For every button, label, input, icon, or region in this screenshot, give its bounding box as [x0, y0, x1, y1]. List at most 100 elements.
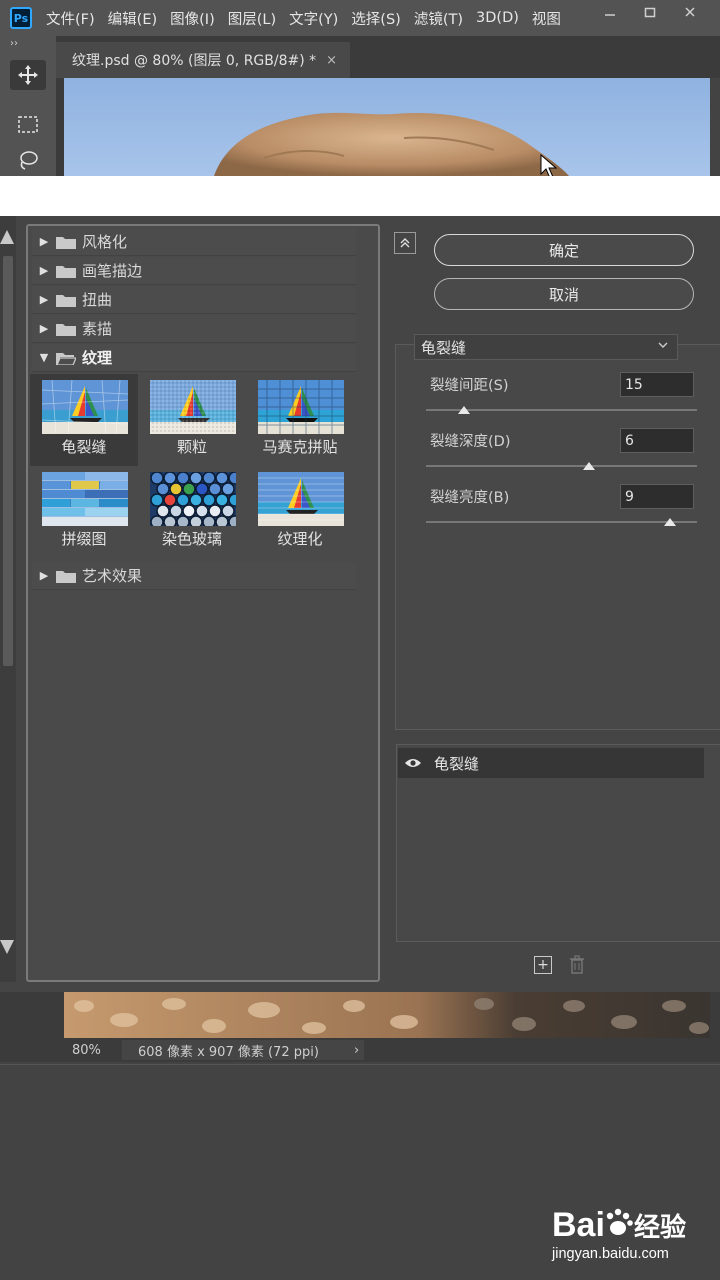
filter-name: 染色玻璃 [161, 530, 222, 548]
scroll-up-arrow-icon[interactable] [0, 230, 14, 244]
filter-thumb-patchwork[interactable]: 拼缀图 [30, 466, 138, 558]
crack-spacing-input[interactable]: 15 [620, 372, 694, 397]
eye-icon[interactable] [398, 757, 428, 769]
menu-filter[interactable]: 滤镜(T) [414, 8, 463, 29]
filter-name: 拼缀图 [61, 530, 107, 548]
thumbnail-image [258, 472, 344, 526]
filter-thumb-texturizer[interactable]: 纹理化 [246, 466, 354, 558]
category-label: 艺术效果 [82, 567, 143, 585]
document-tab-bar: 纹理.psd @ 80% (图层 0, RGB/8#) * × [56, 36, 720, 78]
thumbnail-image [150, 472, 236, 526]
crack-depth-slider-track[interactable] [426, 465, 697, 467]
category-stylize[interactable]: ▶ 风格化 [32, 228, 356, 256]
expand-arrow-icon[interactable]: ▶ [34, 569, 54, 582]
thumbnail-image [258, 380, 344, 434]
filter-thumb-craquelure[interactable]: 龟裂缝 [30, 374, 138, 466]
collapse-tools-icon[interactable]: ›› [10, 38, 18, 49]
category-label: 扭曲 [82, 291, 113, 309]
preview-scrollbar[interactable] [0, 216, 16, 982]
ok-button[interactable]: 确定 [434, 234, 694, 266]
menu-select[interactable]: 选择(S) [351, 8, 401, 29]
document-size-info: 608 像素 x 907 像素 (72 ppi) [122, 1040, 364, 1060]
new-effect-layer-icon[interactable]: + [534, 956, 552, 974]
expand-arrow-icon[interactable]: ▶ [34, 322, 54, 335]
crack-brightness-input[interactable]: 9 [620, 484, 694, 509]
category-texture[interactable]: ▼ 纹理 [32, 344, 356, 372]
crack-brightness-slider-track[interactable] [426, 521, 697, 523]
effect-layer-name: 龟裂缝 [434, 754, 480, 773]
folder-icon [56, 569, 76, 583]
watermark-url: jingyan.baidu.com [552, 1246, 669, 1262]
close-icon[interactable] [670, 0, 710, 24]
category-label: 画笔描边 [82, 262, 143, 280]
crack-brightness-slider-thumb[interactable] [663, 518, 676, 526]
menu-file[interactable]: 文件(F) [46, 8, 95, 29]
canvas-frame [56, 78, 64, 176]
menu-layer[interactable]: 图层(L) [228, 8, 276, 29]
menu-type[interactable]: 文字(Y) [289, 8, 338, 29]
delete-effect-layer-icon[interactable] [568, 955, 586, 975]
thumbnail-image [42, 472, 128, 526]
crack-spacing-slider-thumb[interactable] [457, 406, 470, 414]
tools-panel: ›› [0, 36, 56, 176]
lasso-tool-icon[interactable] [10, 146, 46, 176]
category-artistic[interactable]: ▶ 艺术效果 [32, 562, 356, 590]
menu-edit[interactable]: 编辑(E) [108, 8, 157, 29]
photoshop-logo: Ps [10, 7, 32, 29]
category-label: 风格化 [82, 233, 128, 251]
scroll-down-arrow-icon[interactable] [0, 940, 14, 954]
status-bar: 80% 608 像素 x 907 像素 (72 ppi) › [56, 1038, 720, 1062]
category-brush-strokes[interactable]: ▶ 画笔描边 [32, 257, 356, 285]
collapse-arrow-icon[interactable]: ▼ [34, 351, 54, 364]
zoom-level[interactable]: 80% [56, 1043, 122, 1058]
filter-category-list: ▶ 风格化 ▶ 画笔描边 ▶ 扭曲 ▶ 素描 ▼ 纹理 龟裂缝 颗粒 马赛克拼贴… [26, 224, 380, 982]
close-tab-icon[interactable]: × [326, 53, 337, 68]
category-sketch[interactable]: ▶ 素描 [32, 315, 356, 343]
document-tab[interactable]: 纹理.psd @ 80% (图层 0, RGB/8#) * × [56, 42, 350, 78]
menu-image[interactable]: 图像(I) [170, 8, 215, 29]
canvas-image-top[interactable] [64, 78, 710, 176]
folder-icon [56, 293, 76, 307]
crack-depth-slider-thumb[interactable] [582, 462, 595, 470]
effect-layer-row[interactable]: 龟裂缝 [398, 748, 704, 778]
filter-thumb-mosaic-tiles[interactable]: 马赛克拼贴 [246, 374, 354, 466]
cancel-button[interactable]: 取消 [434, 278, 694, 310]
menu-view[interactable]: 视图 [532, 8, 561, 29]
filter-thumb-stained-glass[interactable]: 染色玻璃 [138, 466, 246, 558]
expand-arrow-icon[interactable]: ▶ [34, 293, 54, 306]
folder-icon [56, 235, 76, 249]
filter-type-select[interactable]: 龟裂缝 [414, 334, 678, 360]
crack-depth-label: 裂缝深度(D) [430, 434, 511, 450]
crack-spacing-label: 裂缝间距(S) [430, 378, 509, 394]
expand-arrow-icon[interactable]: ▶ [34, 235, 54, 248]
filter-settings-box [395, 344, 720, 730]
filter-gallery-dialog: ▶ 风格化 ▶ 画笔描边 ▶ 扭曲 ▶ 素描 ▼ 纹理 龟裂缝 颗粒 马赛克拼贴… [0, 216, 720, 992]
crack-brightness-label: 裂缝亮度(B) [430, 490, 510, 506]
folder-icon [56, 264, 76, 278]
category-label: 素描 [82, 320, 113, 338]
menu-3d[interactable]: 3D(D) [476, 10, 519, 26]
filter-name: 马赛克拼贴 [262, 438, 338, 456]
scroll-thumb[interactable] [3, 256, 13, 666]
open-folder-icon [56, 351, 76, 365]
move-tool-icon[interactable] [10, 60, 46, 90]
restore-icon[interactable] [630, 0, 670, 24]
thumbnail-image [150, 380, 236, 434]
baidu-jingyan-logo: Bai 经验 [552, 1206, 686, 1244]
collapse-panel-icon[interactable] [394, 232, 416, 254]
category-distort[interactable]: ▶ 扭曲 [32, 286, 356, 314]
marquee-tool-icon[interactable] [10, 110, 46, 140]
canvas-image-bottom[interactable] [64, 992, 710, 1038]
chevron-right-icon[interactable]: › [354, 1043, 359, 1058]
expand-arrow-icon[interactable]: ▶ [34, 264, 54, 277]
mouse-cursor-icon [540, 154, 558, 176]
document-tab-title: 纹理.psd @ 80% (图层 0, RGB/8#) * [72, 53, 317, 69]
filter-name: 纹理化 [277, 530, 323, 548]
filter-thumb-grain[interactable]: 颗粒 [138, 374, 246, 466]
separator-band [0, 176, 720, 216]
minimize-icon[interactable] [590, 0, 630, 24]
baidu-jingyan-watermark: Bai 经验 jingyan.baidu.com [552, 1200, 712, 1270]
crack-depth-input[interactable]: 6 [620, 428, 694, 453]
window-controls [590, 0, 720, 24]
filter-name: 颗粒 [176, 438, 207, 456]
